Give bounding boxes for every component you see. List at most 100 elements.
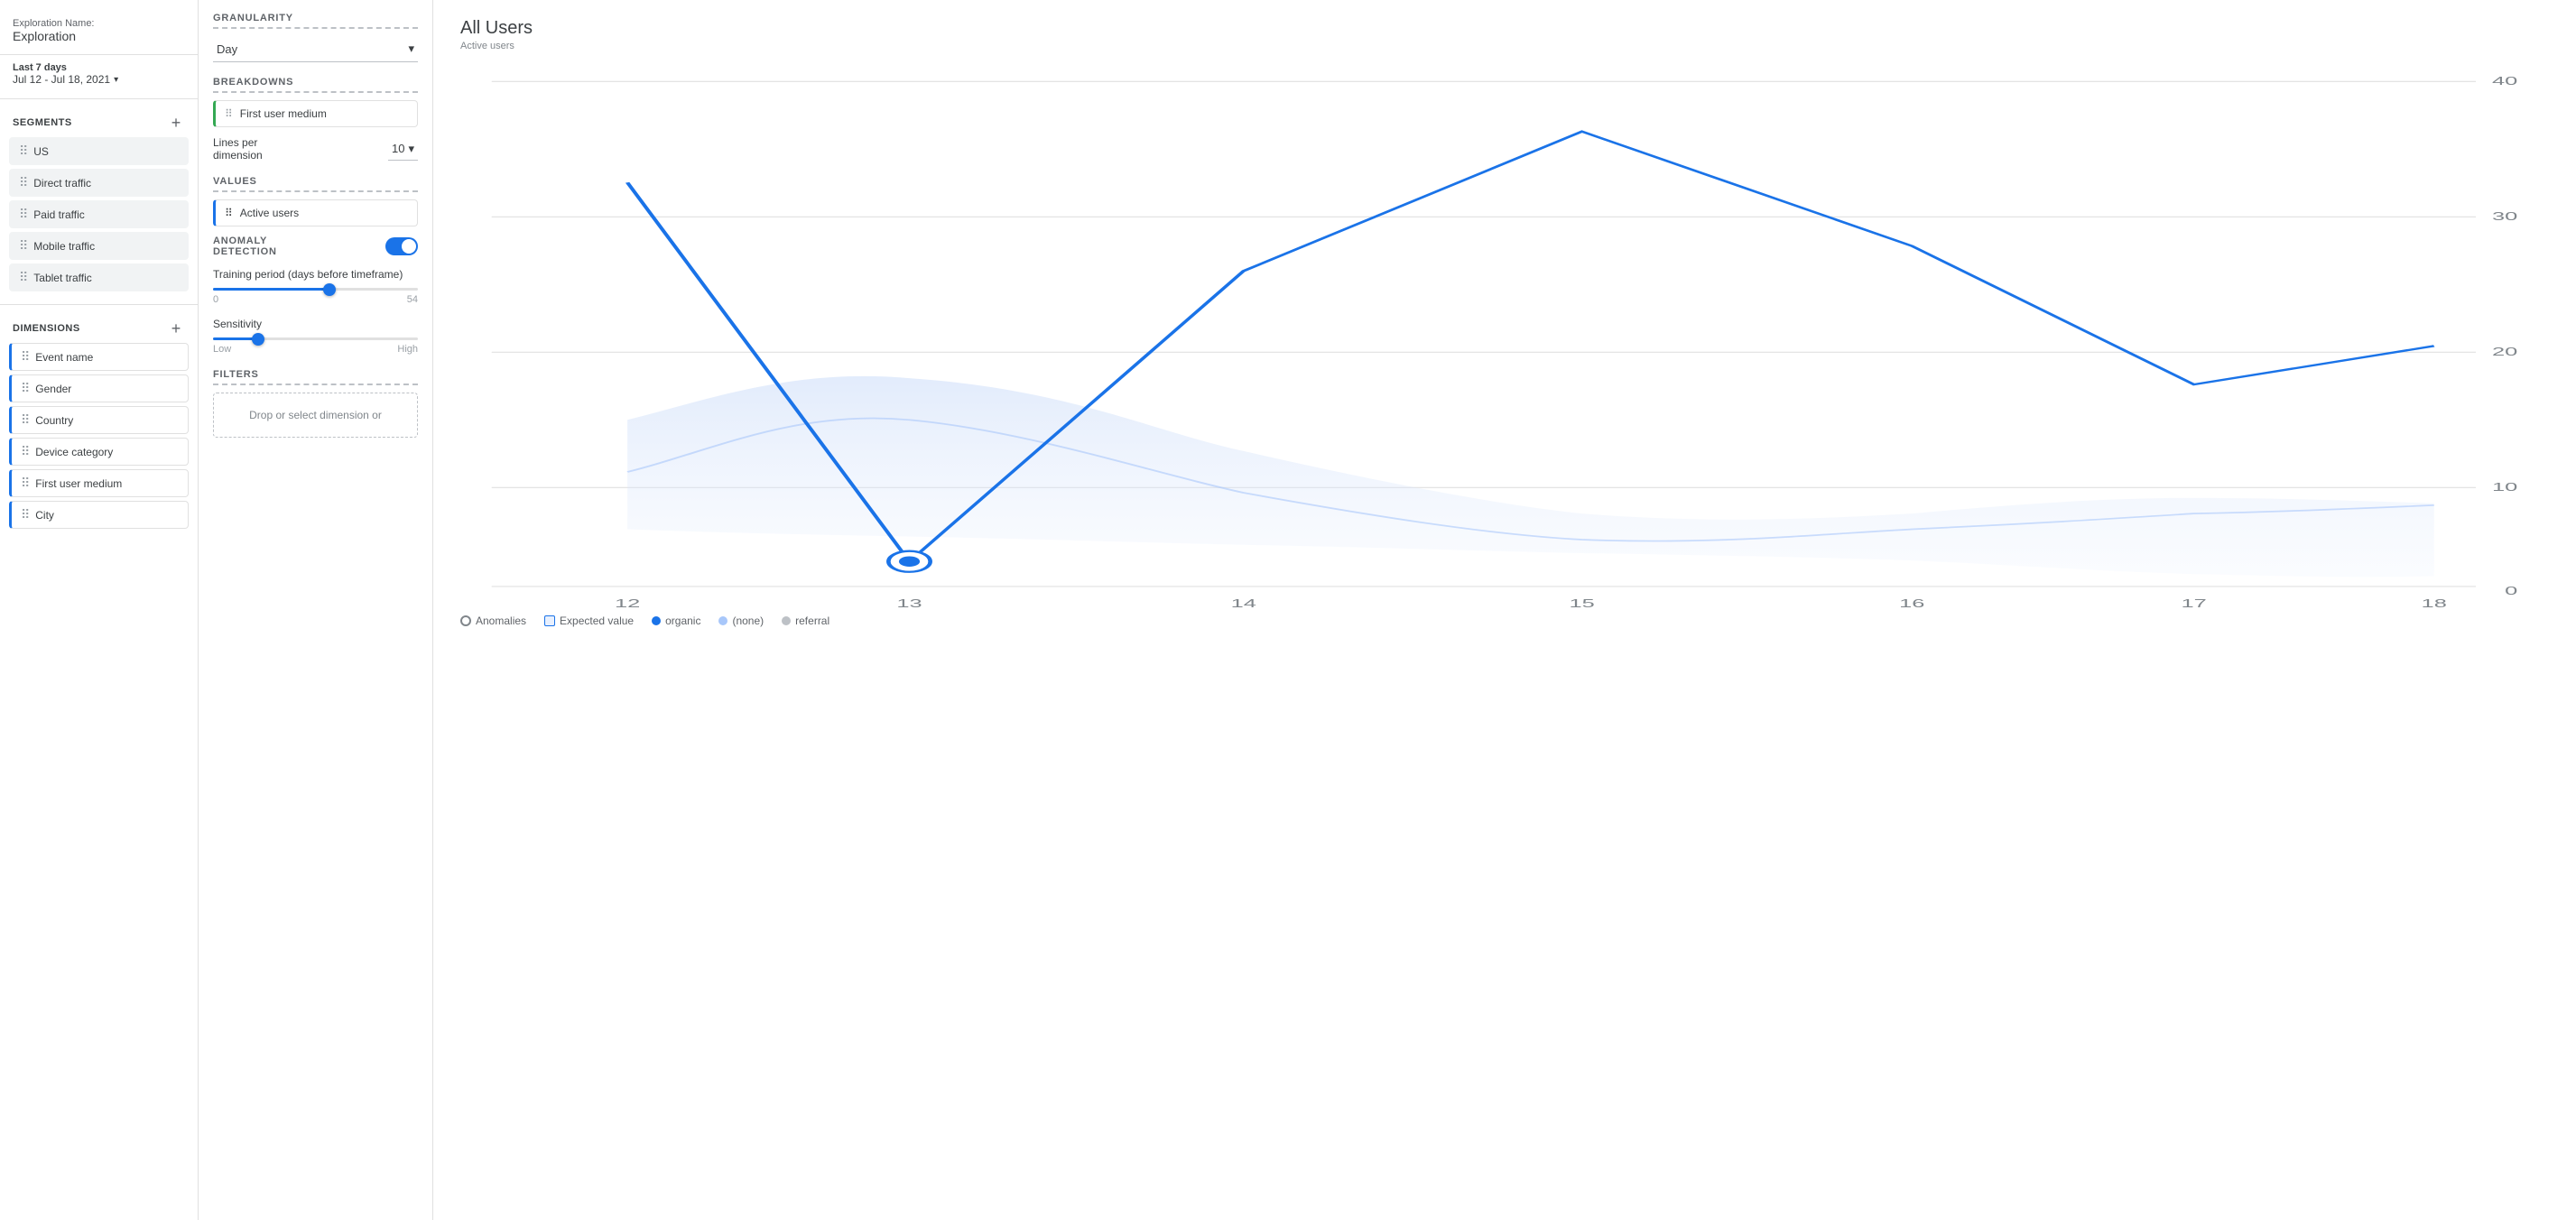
- dimensions-title: DIMENSIONS: [13, 323, 80, 334]
- svg-text:17: 17: [2181, 597, 2206, 607]
- exploration-name-value: Exploration: [13, 29, 185, 43]
- left-panel: Exploration Name: Exploration Last 7 day…: [0, 0, 199, 1220]
- anomalies-legend-label: Anomalies: [476, 615, 526, 627]
- lines-chevron: ▾: [408, 142, 414, 156]
- drag-icon: ⠿: [21, 412, 30, 428]
- sensitivity-track: [213, 337, 418, 340]
- add-dimension-button[interactable]: +: [167, 319, 185, 337]
- legend-anomalies: Anomalies: [460, 615, 526, 627]
- chart-area: All Users Active users 40 30 20 10 0: [433, 0, 2576, 1220]
- drag-icon: ⠿: [19, 175, 28, 190]
- drag-icon: ⠿: [19, 143, 28, 159]
- anomaly-toggle[interactable]: [385, 237, 418, 255]
- drag-icon: ⠿: [21, 444, 30, 459]
- exploration-name-section: Exploration Name: Exploration: [0, 11, 198, 54]
- dimension-first-user-medium[interactable]: ⠿ First user medium: [9, 469, 189, 497]
- filter-drop-zone[interactable]: Drop or select dimension or: [213, 393, 418, 438]
- segment-mobile-traffic[interactable]: ⠿ Mobile traffic: [9, 232, 189, 260]
- svg-text:14: 14: [1231, 597, 1256, 607]
- slider-min: 0: [213, 294, 218, 305]
- active-users-label: Active users: [240, 207, 299, 219]
- date-range-value[interactable]: Jul 12 - Jul 18, 2021 ▾: [13, 73, 185, 86]
- none-legend-dot: [718, 616, 727, 625]
- segments-title: SEGMENTS: [13, 117, 72, 128]
- middle-panel: GRANULARITY Day ▾ BREAKDOWNS ⠿ First use…: [199, 0, 433, 1220]
- segments-list: ⠿ US ⠿ Direct traffic ⠿ Paid traffic ⠿ M…: [0, 137, 198, 299]
- date-range-label: Last 7 days: [13, 62, 185, 73]
- expected-legend-icon: [544, 615, 555, 626]
- date-range-arrow: ▾: [114, 75, 118, 85]
- svg-text:0: 0: [2505, 585, 2517, 597]
- active-users-chip[interactable]: ⠿ Active users: [213, 199, 418, 226]
- chart-subtitle: Active users: [460, 41, 2549, 51]
- drag-icon: ⠿: [19, 207, 28, 222]
- svg-text:30: 30: [2492, 210, 2517, 223]
- anomaly-center-dot: [899, 556, 920, 567]
- granularity-title: GRANULARITY: [213, 13, 418, 29]
- filter-drop-text: Drop or select dimension or: [249, 409, 382, 421]
- dimension-country[interactable]: ⠿ Country: [9, 406, 189, 434]
- referral-legend-label: referral: [795, 615, 829, 627]
- drag-icon: ⠿: [21, 507, 30, 522]
- anomaly-legend-icon: [460, 615, 471, 626]
- segment-paid-traffic[interactable]: ⠿ Paid traffic: [9, 200, 189, 228]
- dimension-label: City: [35, 509, 54, 522]
- legend-none: (none): [718, 615, 764, 627]
- dimension-event-name[interactable]: ⠿ Event name: [9, 343, 189, 371]
- add-segment-button[interactable]: +: [167, 114, 185, 132]
- sensitivity-section: Sensitivity Low High: [213, 318, 418, 355]
- svg-text:40: 40: [2492, 75, 2517, 88]
- anomaly-detection-section: ANOMALYDETECTION Training period (days b…: [213, 236, 418, 355]
- segment-label: US: [33, 145, 49, 158]
- anomaly-title: ANOMALYDETECTION: [213, 236, 277, 257]
- drag-icon: ⠿: [19, 238, 28, 254]
- segment-us[interactable]: ⠿ US: [9, 137, 189, 165]
- divider-1: [0, 98, 198, 99]
- dimension-device-category[interactable]: ⠿ Device category: [9, 438, 189, 466]
- segment-label: Tablet traffic: [33, 272, 91, 284]
- sensitivity-min: Low: [213, 344, 231, 355]
- right-panel: All Users Active users 40 30 20 10 0: [433, 0, 2576, 1220]
- segment-label: Direct traffic: [33, 177, 91, 189]
- slider-range: 0 54: [213, 294, 418, 305]
- breakdown-drag-icon: ⠿: [225, 107, 233, 120]
- anomaly-header: ANOMALYDETECTION: [213, 236, 418, 257]
- legend-expected: Expected value: [544, 615, 634, 627]
- lines-per-dimension-select[interactable]: 10 ▾: [388, 138, 418, 161]
- segment-tablet-traffic[interactable]: ⠿ Tablet traffic: [9, 263, 189, 291]
- slider-track: [213, 288, 418, 291]
- training-period-section: Training period (days before timeframe) …: [213, 268, 418, 305]
- training-period-slider[interactable]: 0 54: [213, 288, 418, 305]
- dimension-label: Gender: [35, 383, 71, 395]
- slider-thumb[interactable]: [323, 283, 336, 296]
- dimension-city[interactable]: ⠿ City: [9, 501, 189, 529]
- granularity-chevron: ▾: [408, 42, 414, 56]
- date-range-section: Last 7 days Jul 12 - Jul 18, 2021 ▾: [0, 54, 198, 93]
- chart-svg: 40 30 20 10 0 12 Jul 13 14 15 16 17: [460, 66, 2549, 607]
- dimension-label: Device category: [35, 446, 113, 458]
- dimension-gender[interactable]: ⠿ Gender: [9, 374, 189, 402]
- legend-organic: organic: [652, 615, 700, 627]
- training-period-label: Training period (days before timeframe): [213, 268, 418, 281]
- value-drag-icon: ⠿: [225, 207, 233, 219]
- segment-direct-traffic[interactable]: ⠿ Direct traffic: [9, 169, 189, 197]
- lines-per-dimension-label: Lines perdimension: [213, 136, 263, 162]
- legend-referral: referral: [782, 615, 829, 627]
- granularity-select-row: Day ▾: [213, 36, 418, 62]
- organic-legend-dot: [652, 616, 661, 625]
- breakdowns-title: BREAKDOWNS: [213, 77, 418, 93]
- svg-text:12: 12: [615, 597, 640, 607]
- sensitivity-thumb[interactable]: [252, 333, 264, 346]
- segment-label: Paid traffic: [33, 208, 84, 221]
- dimensions-header: DIMENSIONS +: [0, 310, 198, 343]
- svg-text:13: 13: [896, 597, 922, 607]
- sensitivity-slider[interactable]: Low High: [213, 337, 418, 355]
- drag-icon: ⠿: [21, 381, 30, 396]
- sensitivity-label: Sensitivity: [213, 318, 418, 330]
- lines-per-dimension-row: Lines perdimension 10 ▾: [213, 136, 418, 162]
- filters-title: FILTERS: [213, 369, 418, 385]
- breakdown-chip[interactable]: ⠿ First user medium: [213, 100, 418, 127]
- legend-row: Anomalies Expected value organic (none) …: [460, 607, 2549, 634]
- svg-text:16: 16: [1899, 597, 1924, 607]
- granularity-select[interactable]: Day ▾: [213, 36, 418, 62]
